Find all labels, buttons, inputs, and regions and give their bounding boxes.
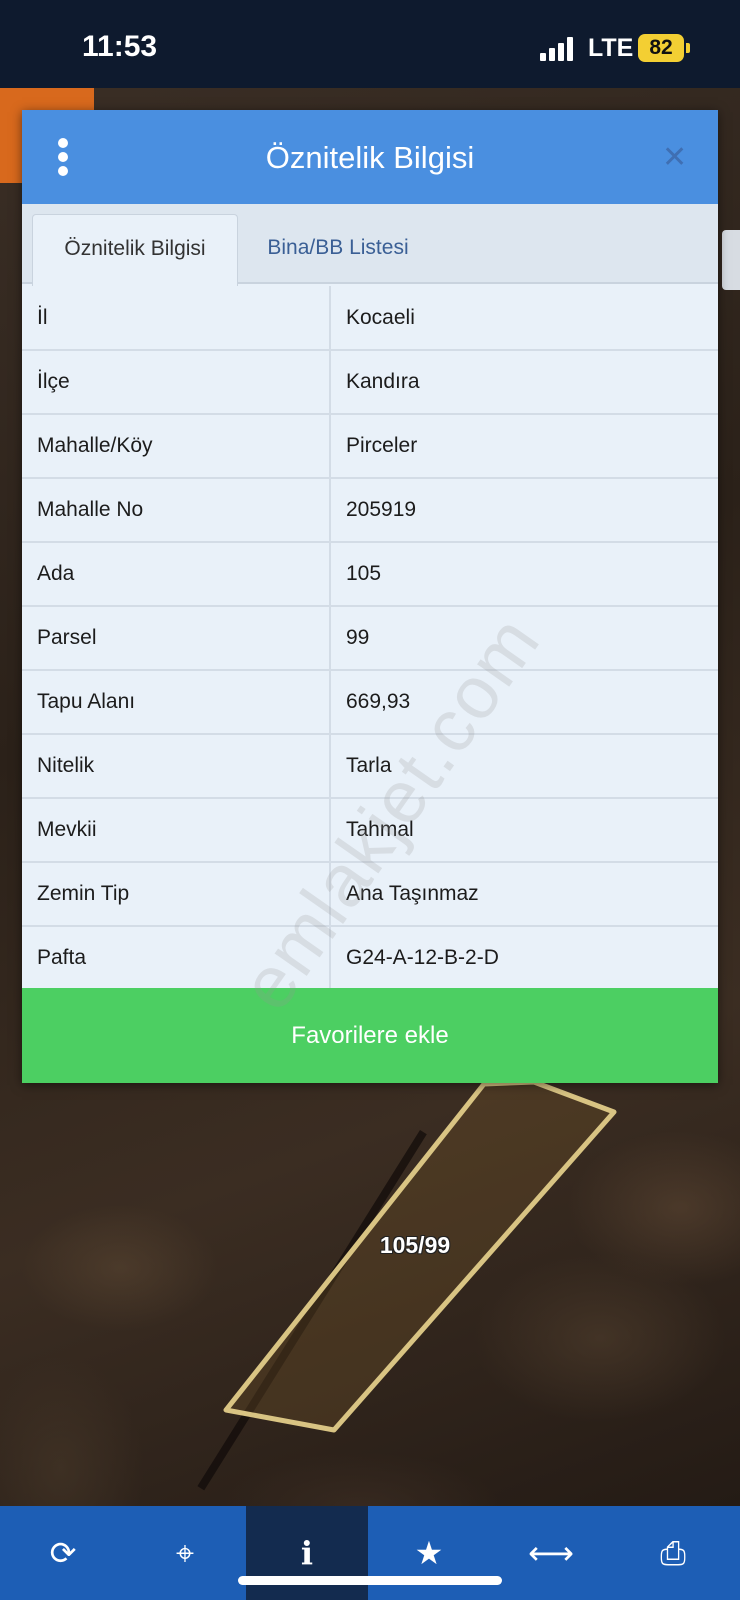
- attribute-value: Kocaeli: [330, 286, 718, 351]
- info-icon: i: [300, 1534, 314, 1572]
- refresh-icon: ⟳: [49, 1535, 77, 1571]
- attribute-key: Zemin Tip: [22, 862, 331, 927]
- bottom-toolbar: ⟳ ⌖ i ★ ⟷ ⎙: [0, 1506, 740, 1600]
- parcel-label: 105/99: [379, 1232, 451, 1258]
- toolbar-button-star[interactable]: ★: [368, 1506, 490, 1600]
- toolbar-button-locate[interactable]: ⌖: [124, 1506, 246, 1600]
- attribute-value: 105: [330, 542, 718, 607]
- locate-icon: ⌖: [175, 1535, 195, 1571]
- toolbar-button-info[interactable]: i: [246, 1506, 368, 1600]
- toolbar-button-print[interactable]: ⎙: [612, 1506, 734, 1600]
- table-row: Nitelik Tarla: [22, 734, 718, 799]
- attribute-key: İlçe: [22, 350, 331, 415]
- table-row: İl Kocaeli: [22, 286, 718, 351]
- table-row: Parsel 99: [22, 606, 718, 671]
- close-icon[interactable]: ✕: [662, 143, 687, 173]
- attribute-dialog: Öznitelik Bilgisi ✕ Öznitelik Bilgisi Bi…: [22, 110, 718, 1083]
- table-row: Zemin Tip Ana Taşınmaz: [22, 862, 718, 927]
- dialog-title: Öznitelik Bilgisi: [265, 140, 475, 175]
- attribute-key: Tapu Alanı: [22, 670, 331, 735]
- star-icon: ★: [414, 1535, 444, 1571]
- tab-building-list[interactable]: Bina/BB Listesi: [238, 214, 438, 286]
- signal-icon: [540, 37, 580, 61]
- table-row: Mahalle/Köy Pirceler: [22, 414, 718, 479]
- attribute-key: Pafta: [22, 926, 331, 991]
- tab-attribute-info[interactable]: Öznitelik Bilgisi: [32, 214, 238, 286]
- attribute-key: Parsel: [22, 606, 331, 671]
- attribute-key: İl: [22, 286, 331, 351]
- table-row: Mevkii Tahmal: [22, 798, 718, 863]
- table-row: Pafta G24-A-12-B-2-D: [22, 926, 718, 991]
- clock: 11:53: [82, 30, 158, 63]
- toolbar-button-measure[interactable]: ⟷: [490, 1506, 612, 1600]
- attribute-value: Kandıra: [330, 350, 718, 415]
- dialog-header: Öznitelik Bilgisi ✕: [22, 110, 718, 204]
- attribute-value: 99: [330, 606, 718, 671]
- attribute-value: G24-A-12-B-2-D: [330, 926, 718, 991]
- toolbar-button-refresh[interactable]: ⟳: [2, 1506, 124, 1600]
- tab-bar: Öznitelik Bilgisi Bina/BB Listesi: [22, 204, 718, 286]
- attribute-key: Mahalle No: [22, 478, 331, 543]
- table-row: İlçe Kandıra: [22, 350, 718, 415]
- print-icon: ⎙: [660, 1535, 686, 1571]
- attribute-value: 669,93: [330, 670, 718, 735]
- attribute-value: Pirceler: [330, 414, 718, 479]
- table-row: Ada 105: [22, 542, 718, 607]
- battery-icon: 82: [638, 34, 684, 62]
- table-row: Mahalle No 205919: [22, 478, 718, 543]
- home-indicator[interactable]: [238, 1576, 502, 1585]
- measure-icon: ⟷: [528, 1535, 574, 1571]
- attribute-key: Ada: [22, 542, 331, 607]
- battery-tip: [686, 43, 690, 53]
- attribute-value: Tahmal: [330, 798, 718, 863]
- status-bar: 11:53 LTE 82: [0, 0, 740, 88]
- add-favorite-button[interactable]: Favorilere ekle: [22, 988, 718, 1083]
- map-side-button[interactable]: [722, 230, 740, 290]
- attribute-value: Tarla: [330, 734, 718, 799]
- attribute-key: Mevkii: [22, 798, 331, 863]
- attribute-value: Ana Taşınmaz: [330, 862, 718, 927]
- network-type: LTE: [588, 34, 634, 62]
- attribute-table: İl Kocaeli İlçe Kandıra Mahalle/Köy Pirceler M…: [22, 286, 718, 991]
- table-row: Tapu Alanı 669,93: [22, 670, 718, 735]
- attribute-key: Nitelik: [22, 734, 331, 799]
- attribute-value: 205919: [330, 478, 718, 543]
- attribute-key: Mahalle/Köy: [22, 414, 331, 479]
